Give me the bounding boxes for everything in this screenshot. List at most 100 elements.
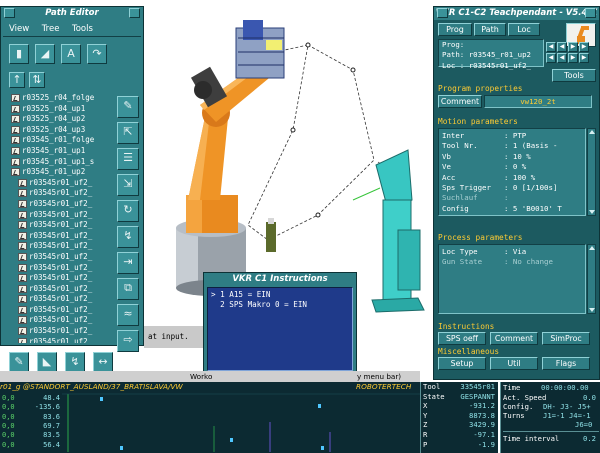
tree-item[interactable]: r03545r01_uf2_ xyxy=(10,210,106,221)
menu-tree[interactable]: Tree xyxy=(42,24,60,34)
export-icon[interactable]: ⇨ xyxy=(117,330,139,352)
rename-icon[interactable]: ↷ xyxy=(87,44,107,64)
menu-view[interactable]: View xyxy=(9,24,29,34)
parameter-row[interactable]: Ve: 0 % xyxy=(439,162,585,172)
next-icon[interactable]: ▶ xyxy=(568,53,578,63)
tree-item-label: r03545r01_uf2_ xyxy=(29,294,93,304)
copy-icon[interactable]: ⧉ xyxy=(117,278,139,300)
path-icon xyxy=(11,94,20,102)
window-close-button[interactable] xyxy=(129,8,140,18)
split-icon[interactable]: ↔ xyxy=(93,352,113,372)
joint-value: 56.4 xyxy=(43,440,60,449)
tree-item[interactable]: r03525_r04_folge xyxy=(10,93,106,104)
tree-item[interactable]: r03545_r01_up1_s xyxy=(10,157,106,168)
parameter-value: : xyxy=(504,193,509,203)
tree-sort-icon[interactable]: ⇅ xyxy=(29,72,45,88)
triangle-letter-icon[interactable]: A xyxy=(61,44,81,64)
tree-item[interactable]: r03545r01_uf2_ xyxy=(10,284,106,295)
rotate-icon[interactable]: ↻ xyxy=(117,200,139,222)
tree-item[interactable]: r03545r01_uf2_ xyxy=(10,273,106,284)
process-scrollbar[interactable] xyxy=(587,244,596,314)
edit-icon[interactable]: ✎ xyxy=(117,96,139,118)
motion-parameters-list[interactable]: Inter: PTP Tool Nr.: 1 (Basis - Vb: 10 % Ve… xyxy=(438,128,586,216)
last-path-icon[interactable]: ▶ xyxy=(579,42,589,52)
tree-item[interactable]: r03545r01_uf2_ xyxy=(10,315,106,326)
tree-item[interactable]: r03545_r01_up2 xyxy=(10,167,106,178)
location-icon xyxy=(18,337,27,343)
tool-path-icon[interactable]: ↯ xyxy=(65,352,85,372)
parameter-row[interactable]: Vb: 10 % xyxy=(439,152,585,162)
insert-icon[interactable]: ⇥ xyxy=(117,252,139,274)
ramp-down-icon[interactable]: ◣ xyxy=(37,352,57,372)
path-icon[interactable]: ≈ xyxy=(117,304,139,326)
next-path-icon[interactable]: ▶ xyxy=(568,42,578,52)
parameter-row[interactable]: Sps Trigger: 0 [1/100s] xyxy=(439,183,585,193)
sps-oeff-button[interactable]: SPS oeff xyxy=(438,332,486,345)
motion-scrollbar[interactable] xyxy=(587,128,596,216)
tree-item[interactable]: r03545r01_uf2_ xyxy=(10,241,106,252)
parameter-row[interactable]: Inter: PTP xyxy=(439,131,585,141)
tree-item[interactable]: r03545r01_uf2_ xyxy=(10,178,106,189)
last-icon[interactable]: ▶ xyxy=(579,53,589,63)
tree-item[interactable]: r03545_r01_up1 xyxy=(10,146,106,157)
location-icon xyxy=(18,189,27,198)
flags-button[interactable]: Flags xyxy=(542,357,590,370)
ramp-icon[interactable]: ◢ xyxy=(35,44,55,64)
pencil-icon[interactable]: ✎ xyxy=(9,352,29,372)
instruction-line[interactable]: > 1 A15 = EIN xyxy=(211,290,349,300)
trash-icon[interactable]: ▮ xyxy=(9,44,29,64)
parameter-row[interactable]: Tool Nr.: 1 (Basis - xyxy=(439,141,585,151)
tree-item[interactable]: r03545r01_uf2_ xyxy=(10,305,106,316)
setup-button[interactable]: Setup xyxy=(438,357,486,370)
tree-item-label: r03545r01_uf2_ xyxy=(29,230,93,240)
prev-icon[interactable]: ◀ xyxy=(557,53,567,63)
graph-icon[interactable]: ↯ xyxy=(117,226,139,248)
tool-state-value: GESPANNT xyxy=(460,391,495,401)
parameter-row[interactable]: Suchlauf: xyxy=(439,193,585,203)
tab-loc[interactable]: Loc xyxy=(508,23,540,36)
parameter-row[interactable]: Loc Type: Via xyxy=(439,247,585,257)
window-menu-button[interactable] xyxy=(4,8,15,18)
tree-item[interactable]: r03525_r04_up1 xyxy=(10,104,106,115)
tree-item[interactable]: r03545r01_uf2_ xyxy=(10,294,106,305)
joint-label: 0,0 xyxy=(2,440,15,449)
instr-comment-button[interactable]: Comment xyxy=(490,332,538,345)
first-path-icon[interactable]: ◀ xyxy=(546,42,556,52)
window-menu-button[interactable] xyxy=(437,8,448,18)
window-close-button[interactable] xyxy=(585,8,596,18)
tree-item[interactable]: r03545r01_uf2_ xyxy=(10,263,106,274)
tree-item[interactable]: r03545r01_uf2_ xyxy=(10,231,106,242)
menu-tools[interactable]: Tools xyxy=(72,24,93,34)
comment-value[interactable]: vw120_2t xyxy=(484,95,592,108)
tree-item[interactable]: r03525_r04_up3 xyxy=(10,125,106,136)
process-parameters-list[interactable]: Loc Type: Via Gun State: No change xyxy=(438,244,586,314)
tab-tools[interactable]: Tools xyxy=(552,69,596,82)
instruction-line[interactable]: 2 SPS Makro 0 = EIN xyxy=(211,300,349,310)
comment-button[interactable]: Comment xyxy=(438,95,482,108)
tab-prog[interactable]: Prog xyxy=(438,23,472,36)
tab-path[interactable]: Path xyxy=(474,23,506,36)
path-tree[interactable]: r03525_r04_folge r03525_r04_up1 r03525_r04… xyxy=(10,93,106,343)
list-icon[interactable]: ☰ xyxy=(117,148,139,170)
tree-item[interactable]: r03545_r01_folge xyxy=(10,135,106,146)
instructions-list[interactable]: > 1 A15 = EIN 2 SPS Makro 0 = EIN xyxy=(207,287,353,371)
frame-edit-icon[interactable]: ⇱ xyxy=(117,122,139,144)
tree-item-label: r03545r01_uf2_ xyxy=(29,188,93,198)
simproc-button[interactable]: SimProc xyxy=(542,332,590,345)
location-icon xyxy=(18,305,27,314)
parameter-row[interactable]: Gun State: No change xyxy=(439,257,585,267)
parameter-row[interactable]: Config: 5 'B0010' T xyxy=(439,204,585,214)
tree-item[interactable]: r03545r01_uf2_ xyxy=(10,326,106,337)
first-icon[interactable]: ◀ xyxy=(546,53,556,63)
util-button[interactable]: Util xyxy=(490,357,538,370)
parameter-row[interactable]: Acc: 100 % xyxy=(439,173,585,183)
tree-item[interactable]: r03545r01_uf2_ xyxy=(10,252,106,263)
tree-item[interactable]: r03545r01_uf2_ xyxy=(10,188,106,199)
move-icon[interactable]: ⇲ xyxy=(117,174,139,196)
tree-item[interactable]: r03545r01_uf2_ xyxy=(10,220,106,231)
tree-item[interactable]: r03525_r04_up2 xyxy=(10,114,106,125)
up-icon[interactable]: ↑ xyxy=(9,72,25,88)
tree-item[interactable]: r03545r01_uf2_ xyxy=(10,199,106,210)
tree-item[interactable]: r03545r01_uf2_ xyxy=(10,337,106,343)
prev-path-icon[interactable]: ◀ xyxy=(557,42,567,52)
